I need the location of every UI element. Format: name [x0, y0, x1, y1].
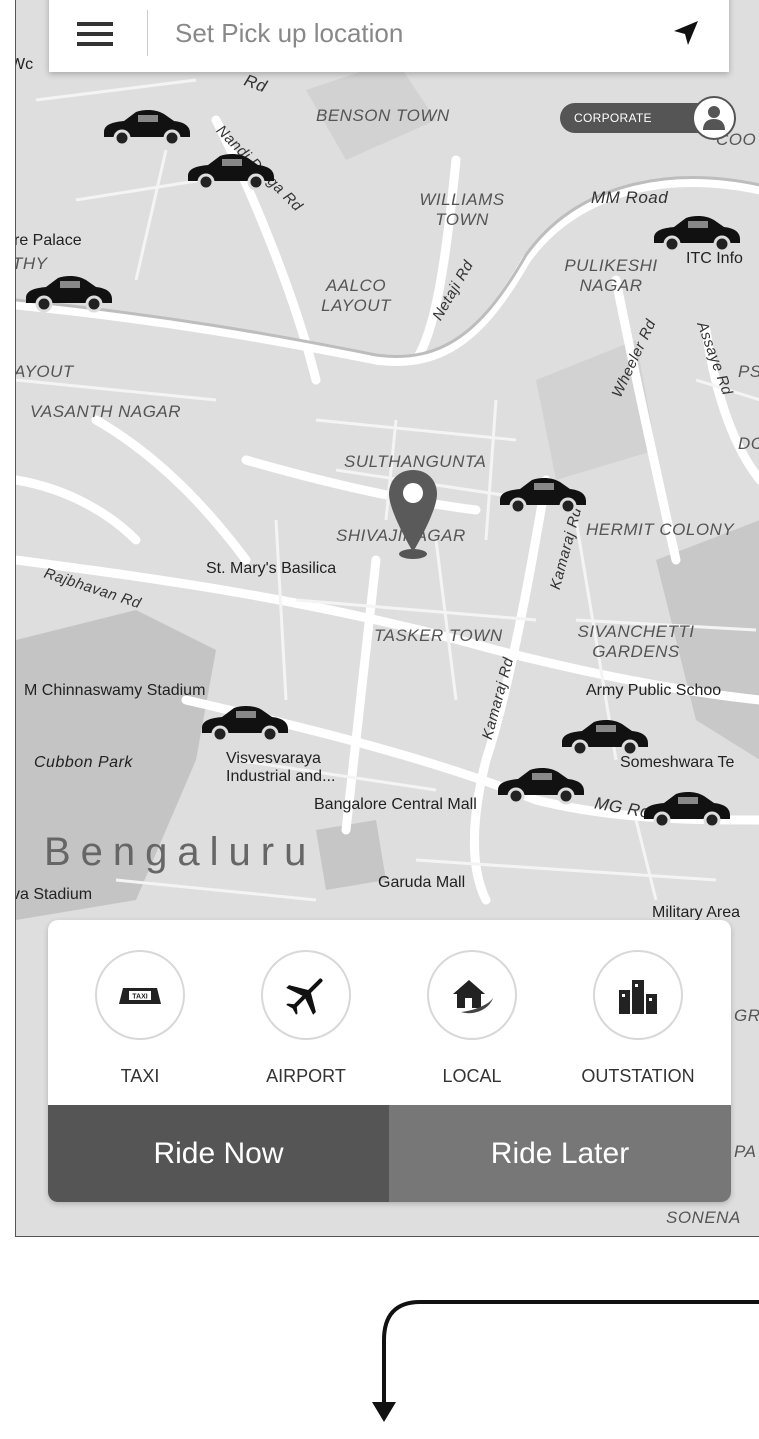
- phone-screen: BENSON TOWN WILLIAMS TOWN MM Road PULIKE…: [15, 0, 759, 1237]
- car-icon: [498, 767, 584, 805]
- house-icon-circle: [427, 950, 517, 1040]
- car-icon: [26, 275, 112, 313]
- buildings-icon-circle: [593, 950, 683, 1040]
- map-label-palace: re Palace: [15, 232, 82, 249]
- corporate-user-icon: [692, 96, 736, 140]
- car-icon: [654, 215, 740, 253]
- map-label-garuda-mall: Garuda Mall: [378, 874, 466, 891]
- category-label: TAXI: [120, 1066, 160, 1086]
- map-label-visvesvaraya: Visvesvaraya Industrial and...: [226, 750, 336, 785]
- category-outstation[interactable]: OUTSTATION: [558, 950, 718, 1087]
- map-label-williams-town: WILLIAMS TOWN: [419, 190, 505, 229]
- car-icon: [188, 153, 274, 191]
- navigation-arrow-icon[interactable]: [671, 18, 701, 48]
- ride-later-button[interactable]: Ride Later: [389, 1105, 731, 1202]
- map-label-central-mall: Bangalore Central Mall: [314, 796, 477, 813]
- map-label-vasanth-nagar: VASANTH NAGAR: [30, 402, 182, 421]
- car-icon: [104, 109, 190, 147]
- category-label: LOCAL: [442, 1066, 502, 1086]
- map-label-dc: DC: [738, 434, 759, 453]
- category-local[interactable]: LOCAL: [392, 950, 552, 1087]
- map-label-wc: Wc: [16, 56, 34, 73]
- map-label-aalco-layout: AALCO LAYOUT: [321, 276, 391, 315]
- pickup-search-bar: [49, 0, 729, 72]
- map-label-bengaluru: Bengaluru: [44, 830, 317, 874]
- map-label-stadium: va Stadium: [15, 886, 93, 903]
- location-pin-icon[interactable]: [386, 468, 440, 564]
- category-label: OUTSTATION: [581, 1066, 695, 1086]
- search-divider: [147, 10, 148, 56]
- map-label-chinnaswamy-stadium: M Chinnaswamy Stadium: [24, 682, 206, 699]
- car-icon: [202, 705, 288, 743]
- map-label-sivanchetti-gardens: SIVANCHETTI GARDENS: [577, 622, 695, 661]
- corporate-toggle[interactable]: CORPORATE: [560, 96, 750, 140]
- map-label-gr: GR: [734, 1006, 759, 1025]
- map-label-hermit-colony: HERMIT COLONY: [586, 520, 735, 539]
- map-label-pa: PA: [734, 1142, 757, 1161]
- map-label-army-public-school: Army Public Schoo: [586, 682, 722, 699]
- map-label-mm-road: MM Road: [591, 188, 669, 207]
- airplane-icon-circle: [261, 950, 351, 1040]
- car-icon: [562, 719, 648, 757]
- flow-arrow-icon: [372, 1300, 759, 1422]
- map-label-benson-town: BENSON TOWN: [316, 106, 450, 125]
- map-label-cubbon-park: Cubbon Park: [34, 754, 133, 771]
- hamburger-menu-icon[interactable]: [77, 22, 113, 48]
- svg-text:TAXI: TAXI: [132, 994, 147, 1001]
- pickup-location-input[interactable]: [173, 14, 637, 52]
- ride-options-panel: TAXI TAXI AIRPORT LOCAL OUTSTATION Ride …: [48, 920, 731, 1202]
- map-label-tasker-town: TASKER TOWN: [374, 626, 503, 645]
- house-icon: [453, 980, 493, 1014]
- map-label-sonena: SONENA: [666, 1208, 741, 1227]
- map-label-ps: PS: [738, 362, 759, 381]
- car-icon: [644, 791, 730, 829]
- buildings-icon: [619, 980, 657, 1014]
- category-label: AIRPORT: [266, 1066, 346, 1086]
- map-label-st-marys-basilica: St. Mary's Basilica: [206, 560, 337, 577]
- map-label-pulikeshi-nagar: PULIKESHI NAGAR: [564, 256, 658, 295]
- airplane-icon: [286, 978, 323, 1015]
- car-icon: [500, 477, 586, 515]
- ride-now-button[interactable]: Ride Now: [48, 1105, 389, 1202]
- map-label-ayout: AYOUT: [15, 362, 74, 381]
- map-label-thy: THY: [15, 254, 48, 273]
- category-airport[interactable]: AIRPORT: [226, 950, 386, 1087]
- taxi-icon: TAXI: [119, 988, 161, 1004]
- category-taxi[interactable]: TAXI TAXI: [60, 950, 220, 1087]
- taxi-icon-circle: TAXI: [95, 950, 185, 1040]
